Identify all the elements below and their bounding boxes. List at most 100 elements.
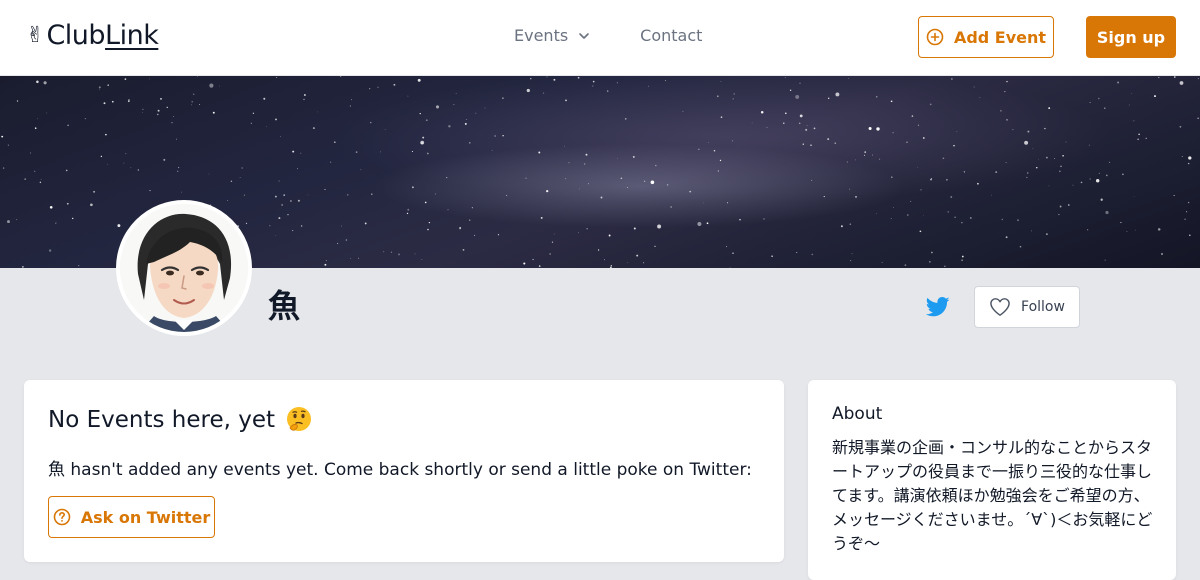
star xyxy=(157,113,159,116)
star xyxy=(414,253,416,255)
star xyxy=(330,161,332,163)
star xyxy=(893,207,894,208)
events-card-title: No Events here, yet xyxy=(48,406,313,434)
star xyxy=(546,189,549,193)
star xyxy=(103,102,106,105)
star xyxy=(243,194,245,196)
star xyxy=(553,78,556,81)
star xyxy=(1060,165,1062,168)
main-nav: Events Contact xyxy=(514,26,702,45)
star xyxy=(617,158,618,160)
nav-events-dropdown[interactable]: Events xyxy=(514,26,590,45)
star xyxy=(525,177,527,179)
star xyxy=(466,119,468,120)
star xyxy=(553,233,555,235)
star xyxy=(1006,80,1008,83)
star xyxy=(917,166,919,168)
star xyxy=(475,112,477,114)
star xyxy=(448,125,451,128)
star xyxy=(324,189,326,190)
follow-button[interactable]: Follow xyxy=(974,286,1080,328)
star xyxy=(953,145,955,147)
star xyxy=(950,196,953,198)
star xyxy=(876,213,877,214)
twitter-icon[interactable] xyxy=(926,296,950,318)
star xyxy=(1197,117,1199,119)
star xyxy=(473,234,476,236)
star xyxy=(280,136,281,137)
star xyxy=(100,155,103,158)
star xyxy=(84,117,87,120)
star xyxy=(491,149,493,151)
star xyxy=(40,178,42,180)
star xyxy=(650,180,655,185)
star xyxy=(197,76,198,77)
star xyxy=(384,129,386,130)
star xyxy=(276,76,278,78)
star xyxy=(199,104,201,105)
star xyxy=(929,103,932,106)
star xyxy=(1120,221,1122,224)
star xyxy=(393,83,396,86)
star xyxy=(636,254,639,257)
star xyxy=(502,97,504,99)
star xyxy=(798,122,801,125)
star xyxy=(799,114,803,118)
star xyxy=(944,265,946,267)
star xyxy=(34,170,36,173)
star xyxy=(37,118,38,120)
star xyxy=(592,85,594,87)
add-event-button[interactable]: Add Event xyxy=(918,16,1054,58)
star xyxy=(929,261,931,263)
star xyxy=(292,230,294,232)
star xyxy=(766,127,768,128)
star xyxy=(245,222,248,225)
star xyxy=(1154,95,1156,98)
star xyxy=(227,200,228,201)
star xyxy=(1,135,4,138)
star xyxy=(849,223,852,225)
star xyxy=(66,202,69,205)
star xyxy=(172,116,174,117)
star xyxy=(846,161,848,163)
clublink-logo[interactable]: ✌ ClubLink xyxy=(26,22,159,49)
star xyxy=(657,224,662,229)
star xyxy=(763,218,765,220)
star xyxy=(149,190,151,192)
star xyxy=(583,163,586,165)
star xyxy=(732,140,733,142)
star xyxy=(706,222,709,225)
star xyxy=(1100,198,1103,201)
star xyxy=(141,112,143,113)
star xyxy=(917,124,920,126)
star xyxy=(469,219,471,221)
star xyxy=(289,200,292,202)
star xyxy=(1173,195,1175,196)
star xyxy=(1117,81,1120,84)
star xyxy=(707,141,709,143)
star xyxy=(447,209,449,211)
events-card-title-text: No Events here, yet xyxy=(48,407,276,433)
star xyxy=(369,88,371,90)
star xyxy=(212,111,215,114)
star xyxy=(923,215,924,217)
star xyxy=(963,171,966,173)
star xyxy=(263,97,266,100)
star xyxy=(697,222,702,226)
star xyxy=(48,249,52,252)
star xyxy=(117,224,121,228)
star xyxy=(600,196,603,199)
star xyxy=(1104,107,1106,109)
star xyxy=(647,85,649,87)
star xyxy=(796,252,798,253)
star xyxy=(1001,218,1004,221)
ask-on-twitter-button[interactable]: Ask on Twitter xyxy=(48,496,215,538)
star xyxy=(879,158,881,160)
chevron-down-icon xyxy=(579,32,589,39)
star xyxy=(549,253,551,255)
nav-contact-link[interactable]: Contact xyxy=(640,26,702,45)
star xyxy=(252,112,255,114)
sign-up-button[interactable]: Sign up xyxy=(1086,16,1176,58)
star xyxy=(435,105,440,109)
star xyxy=(633,227,636,230)
